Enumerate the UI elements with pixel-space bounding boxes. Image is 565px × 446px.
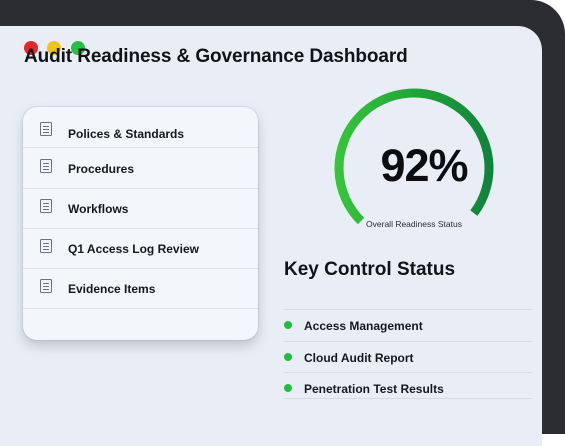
list-item-label: Workflows — [68, 202, 129, 216]
status-dot — [284, 321, 292, 329]
list-item-label: Q1 Access Log Review — [68, 242, 199, 256]
status-dot — [284, 353, 292, 361]
list-item-label: Polices & Standards — [68, 127, 185, 141]
document-icon — [40, 159, 52, 173]
document-icon — [40, 239, 52, 253]
control-row-penetration-test-results[interactable]: Penetration Test Results — [284, 372, 532, 404]
dashboard-title: Audit Readiness & Governance Dashboard — [24, 46, 408, 67]
document-icon — [40, 122, 52, 136]
list-item-procedures[interactable]: Procedures — [23, 148, 258, 189]
control-label: Penetration Test Results — [304, 382, 444, 396]
control-label: Cloud Audit Report — [304, 351, 414, 365]
list-item-evidence-items[interactable]: Evidence Items — [23, 268, 258, 309]
list-item-workflows[interactable]: Workflows — [23, 188, 258, 229]
key-control-title: Key Control Status — [284, 259, 456, 280]
documents-card: Polices & Standards Procedures Workflows… — [23, 107, 258, 340]
control-row-access-management[interactable]: Access Management — [284, 309, 532, 341]
document-icon — [40, 199, 52, 213]
list-item-access-log-review[interactable]: Q1 Access Log Review — [23, 228, 258, 269]
readiness-caption: Overall Readiness Status — [366, 219, 462, 229]
readiness-percent: 92% — [380, 140, 468, 191]
divider — [284, 398, 532, 399]
list-item-policies[interactable]: Polices & Standards — [23, 107, 258, 148]
control-row-cloud-audit-report[interactable]: Cloud Audit Report — [284, 341, 532, 373]
status-dot — [284, 384, 292, 392]
control-label: Access Management — [304, 319, 423, 333]
list-item-label: Evidence Items — [68, 282, 156, 296]
document-icon — [40, 279, 52, 293]
list-item-label: Procedures — [68, 162, 135, 176]
